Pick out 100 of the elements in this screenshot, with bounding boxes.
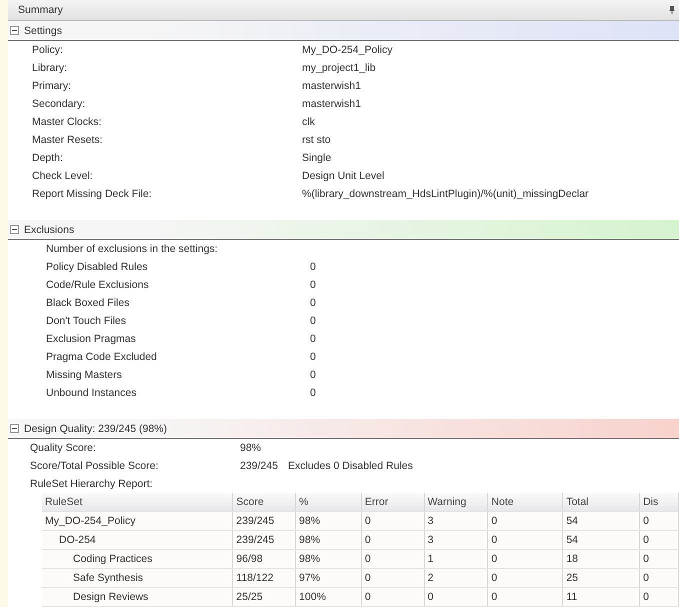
table-cell: 25	[562, 568, 640, 588]
table-cell: 96/98	[232, 550, 296, 568]
table-cell: 0	[361, 550, 424, 568]
field-label: Primary:	[32, 80, 72, 92]
table-cell: 0	[640, 530, 678, 550]
table-cell: 98%	[296, 550, 362, 568]
table-cell: 3	[424, 530, 488, 550]
table-cell: 0	[424, 588, 488, 606]
table-cell: 0	[488, 550, 563, 568]
table-cell: My_DO-254_Policy	[42, 512, 233, 530]
section-header[interactable]: Design Quality: 239/245 (98%)	[8, 419, 679, 439]
section-title: Settings	[24, 24, 62, 36]
field-value: 0	[310, 279, 316, 291]
section-header[interactable]: Exclusions	[8, 220, 679, 240]
table-cell: 0	[640, 588, 678, 606]
table-cell: 0	[361, 512, 424, 530]
field-label: Depth:	[32, 152, 64, 164]
field-label: Check Level:	[32, 170, 94, 182]
field-value: 0	[310, 351, 316, 363]
table-cell: DO-254	[42, 530, 233, 550]
table-cell: 18	[562, 550, 640, 568]
field-label: Report Missing Deck File:	[32, 188, 153, 200]
field-label: Black Boxed Files	[46, 297, 130, 309]
field-value: 0	[310, 333, 316, 345]
table-cell: 0	[488, 512, 563, 530]
field-label: Library:	[32, 62, 68, 74]
field-value: My_DO-254_Policy	[302, 44, 392, 56]
section-header[interactable]: Settings	[8, 21, 679, 41]
field-label: Master Resets:	[32, 134, 104, 146]
table-cell: Coding Practices	[42, 550, 233, 568]
table-cell: 2	[424, 568, 488, 588]
table-cell: 0	[488, 568, 563, 588]
field-value: my_project1_lib	[302, 62, 376, 74]
field-label: Master Clocks:	[32, 116, 102, 128]
field-value: Single	[302, 152, 332, 164]
field-value: %(library_downstream_HdsLintPlugin)/%(unit)_missingDeclar	[302, 188, 589, 200]
field-value: 0	[310, 261, 316, 273]
field-label: Exclusion Pragmas	[46, 333, 137, 345]
table-cell: 118/122	[232, 568, 296, 588]
column-header[interactable]: Total	[562, 493, 640, 512]
column-header[interactable]: Dis	[640, 493, 678, 512]
collapse-icon[interactable]	[10, 424, 19, 433]
table-cell: 3	[424, 512, 488, 530]
field-value: clk	[302, 116, 315, 128]
table-cell: 0	[488, 530, 563, 550]
field-value: masterwish1	[302, 80, 361, 92]
table-cell: 0	[640, 512, 678, 530]
intro-text: Number of exclusions in the settings:	[46, 243, 218, 255]
table-cell: 0	[361, 588, 424, 606]
table-cell: 1	[424, 550, 488, 568]
section-title: Design Quality: 239/245 (98%)	[24, 422, 167, 434]
column-header[interactable]: %	[296, 493, 362, 512]
field-label: Unbound Instances	[46, 387, 138, 399]
field-label: Missing Masters	[46, 369, 123, 381]
field-label: Code/Rule Exclusions	[46, 279, 150, 291]
field-label: Quality Score:	[30, 442, 97, 454]
field-value: 0	[310, 297, 316, 309]
table-cell: Safe Synthesis	[42, 568, 233, 588]
field-label: Policy:	[32, 44, 64, 56]
collapse-icon[interactable]	[10, 26, 19, 35]
table-cell: 0	[640, 550, 678, 568]
column-header[interactable]: RuleSet	[42, 493, 233, 512]
field-value: Design Unit Level	[302, 170, 384, 182]
table-cell: 98%	[296, 530, 362, 550]
table-cell: 11	[562, 588, 640, 606]
column-header[interactable]: Warning	[424, 493, 488, 512]
summary-title: Summary	[18, 4, 63, 16]
field-label: Policy Disabled Rules	[46, 261, 149, 273]
table-cell: 0	[488, 588, 563, 606]
field-label: Don't Touch Files	[46, 315, 128, 327]
pin-icon[interactable]	[669, 6, 675, 14]
field-value: rst sto	[302, 134, 331, 146]
collapse-icon[interactable]	[10, 225, 19, 234]
table-cell: Design Reviews	[42, 588, 233, 606]
field-label: Score/Total Possible Score:	[30, 460, 160, 472]
column-header[interactable]: Score	[232, 493, 296, 512]
table-cell: 239/245	[232, 512, 296, 530]
field-note: Excludes 0 Disabled Rules	[288, 460, 413, 472]
section-title: Exclusions	[24, 224, 74, 236]
table-cell: 0	[361, 530, 424, 550]
table-cell: 54	[562, 512, 640, 530]
field-value: 239/245	[240, 460, 278, 472]
column-header[interactable]: Error	[361, 493, 424, 512]
table-cell: 54	[562, 530, 640, 550]
table-cell: 25/25	[232, 588, 296, 606]
field-value: 98%	[240, 442, 262, 454]
field-label: Pragma Code Excluded	[46, 351, 158, 363]
table-cell: 100%	[296, 588, 362, 606]
field-value: masterwish1	[302, 98, 361, 110]
table-cell: 98%	[296, 512, 362, 530]
field-value: 0	[310, 315, 316, 327]
table-cell: 239/245	[232, 530, 296, 550]
table-cell: 97%	[296, 568, 362, 588]
field-value: 0	[310, 387, 316, 399]
field-value: 0	[310, 369, 316, 381]
table-cell: 0	[640, 568, 678, 588]
field-label: Secondary:	[32, 98, 86, 110]
field-label: RuleSet Hierarchy Report:	[30, 478, 154, 490]
column-header[interactable]: Note	[488, 493, 563, 512]
table-cell: 0	[361, 568, 424, 588]
